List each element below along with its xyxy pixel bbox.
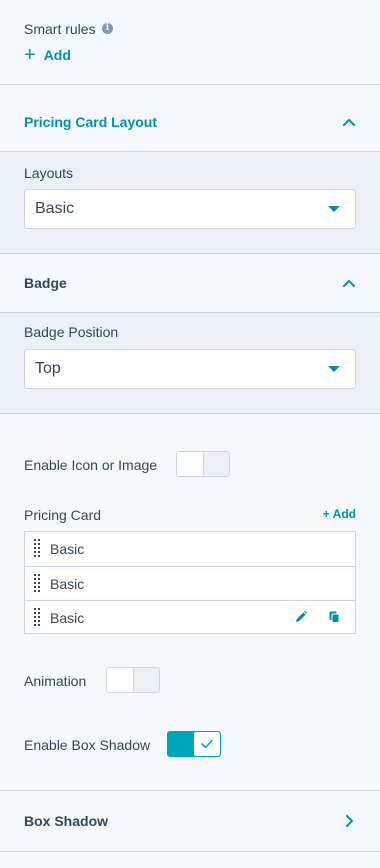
pencil-icon[interactable] [294,610,308,624]
toggle-knob [106,667,134,693]
caret-down-icon [328,206,340,212]
animation-toggle[interactable] [106,667,160,693]
toggle-knob [176,451,204,477]
enable-box-shadow-toggle[interactable] [167,731,221,757]
add-smart-rule-label: Add [43,47,71,63]
add-smart-rule-button[interactable]: + Add [24,44,71,66]
pricing-card-layout-header[interactable]: Pricing Card Layout [0,89,380,155]
box-shadow-header[interactable]: Box Shadow [0,788,380,854]
drag-handle-icon[interactable] [34,574,40,594]
divider [0,413,380,414]
layouts-label: Layouts [24,165,74,181]
list-item[interactable]: Basic [25,532,355,566]
list-item[interactable]: Basic [25,566,355,600]
list-item[interactable]: Basic [25,600,355,634]
list-item-label: Basic [50,610,85,626]
divider [0,851,380,852]
badge-position-select-value: Top [35,360,61,377]
copy-icon[interactable] [327,610,341,624]
plus-icon: + [24,44,36,66]
divider [0,84,380,85]
list-item-label: Basic [50,541,85,557]
chevron-up-icon [342,89,356,155]
pricing-card-list: Basic Basic Basic [24,531,356,634]
chevron-right-icon [342,788,356,854]
drag-handle-icon[interactable] [34,608,40,628]
caret-down-icon [328,366,340,372]
toggle-knob [193,731,221,757]
badge-position-select[interactable]: Top [24,349,356,389]
pricing-card-label: Pricing Card [24,507,102,523]
enable-icon-or-image-toggle[interactable] [176,451,230,477]
section-title: Badge [24,275,67,291]
checkmark-icon [201,739,213,749]
badge-header[interactable]: Badge [0,250,380,316]
layouts-select-value: Basic [35,200,75,217]
badge-position-label: Badge Position [24,324,119,340]
add-pricing-card-button[interactable]: + Add [323,507,356,521]
enable-icon-or-image-label: Enable Icon or Image [24,457,158,473]
drag-handle-icon[interactable] [34,539,40,559]
info-icon[interactable]: i [102,23,113,34]
smart-rules-label: Smart rules [24,21,96,37]
enable-box-shadow-label: Enable Box Shadow [24,737,151,753]
chevron-up-icon [342,250,356,316]
section-title: Pricing Card Layout [24,114,158,130]
layouts-select[interactable]: Basic [24,189,356,229]
list-item-label: Basic [50,576,85,592]
animation-label: Animation [24,673,87,689]
section-title: Box Shadow [24,813,109,829]
